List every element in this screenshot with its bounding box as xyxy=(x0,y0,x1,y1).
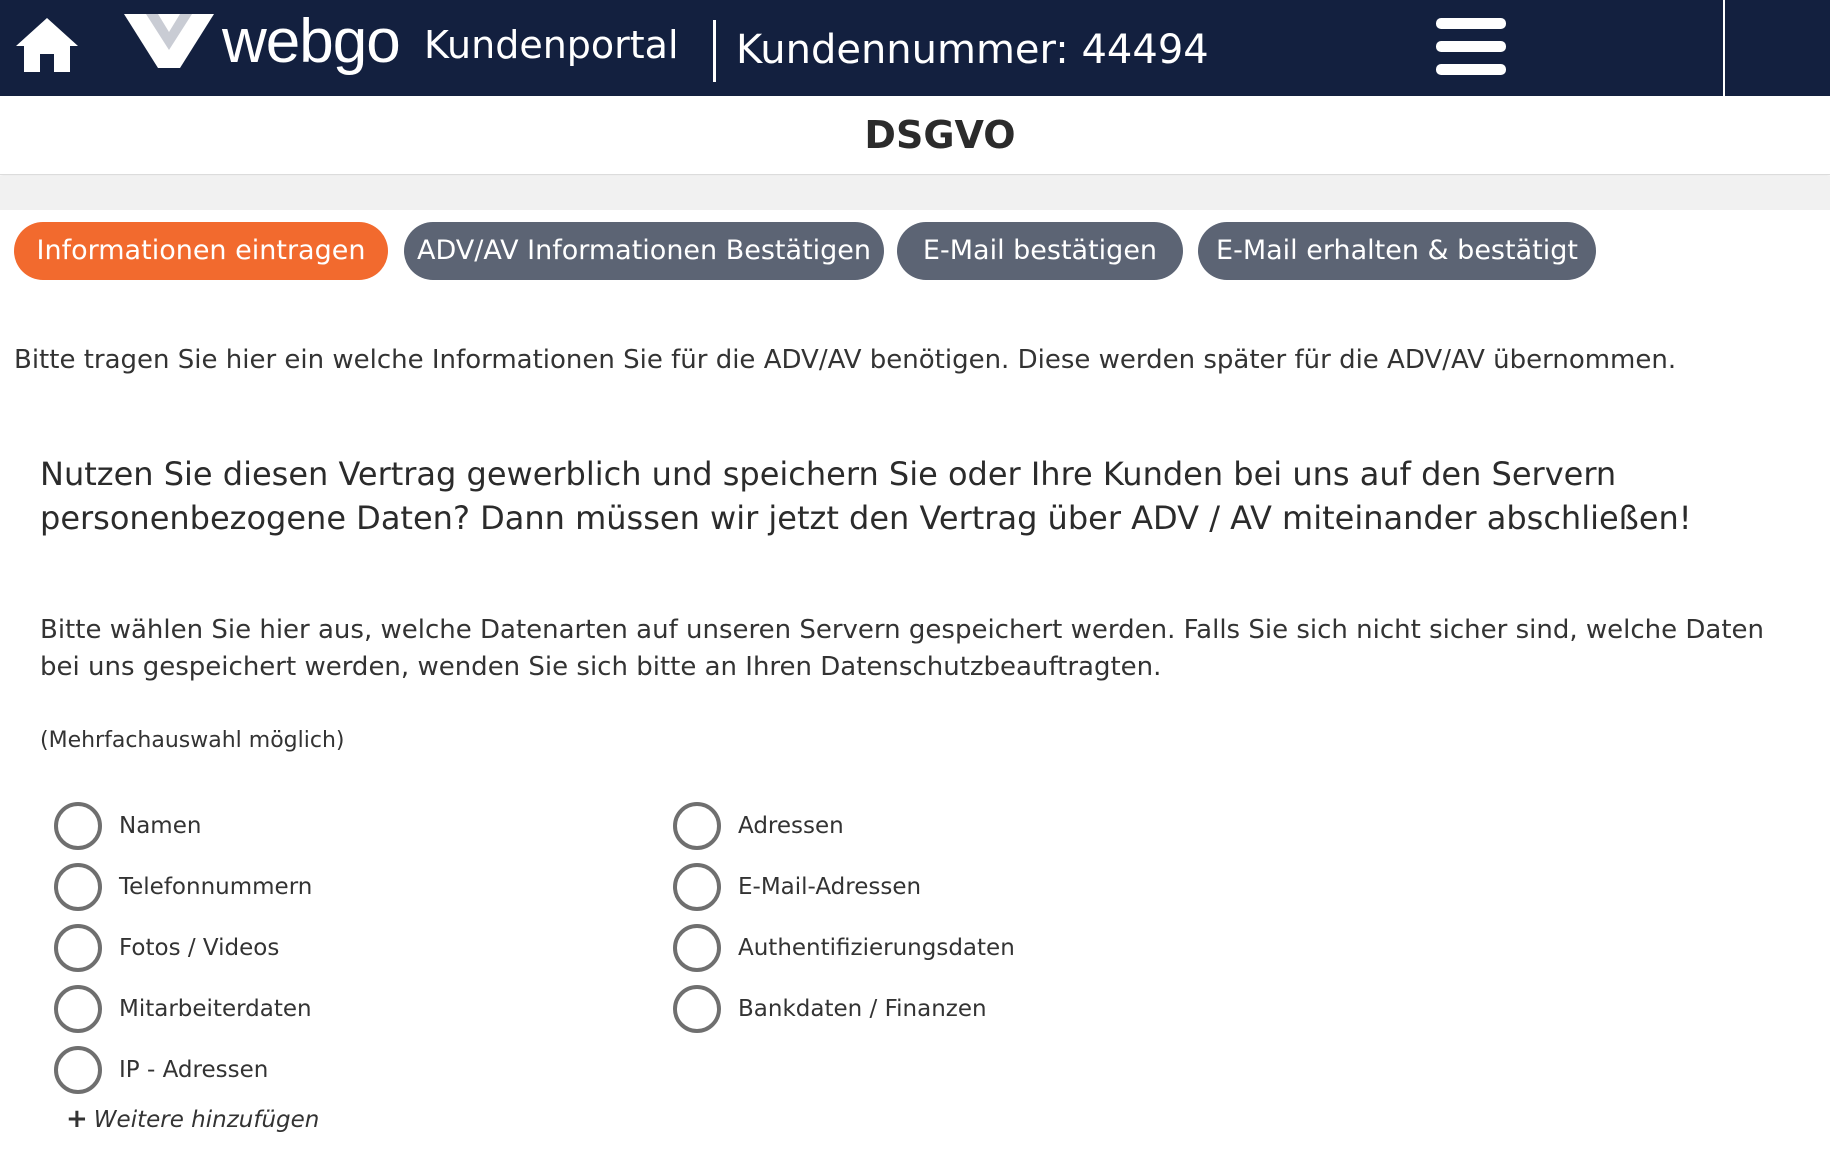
option-label: Fotos / Videos xyxy=(119,935,280,961)
add-more-label: Weitere hinzufügen xyxy=(93,1107,320,1133)
option-label: Namen xyxy=(119,813,202,839)
radio-circle[interactable] xyxy=(54,1046,102,1094)
home-icon[interactable] xyxy=(14,14,80,76)
radio-circle[interactable] xyxy=(54,802,102,850)
customer-number: Kundennummer: 44494 xyxy=(736,27,1209,73)
radio-circle[interactable] xyxy=(673,863,721,911)
step-tab-email-erhalten[interactable]: E-Mail erhalten & bestätigt xyxy=(1198,222,1596,280)
top-navigation-bar: webgo Kundenportal Kundennummer: 44494 xyxy=(0,0,1830,96)
contract-headline: Nutzen Sie diesen Vertrag gewerblich und… xyxy=(40,455,1692,537)
brand-name: webgo xyxy=(222,7,401,76)
radio-circle[interactable] xyxy=(54,924,102,972)
page-title-bar: DSGVO xyxy=(0,96,1830,175)
option-label: E-Mail-Adressen xyxy=(738,874,922,900)
option-label: IP - Adressen xyxy=(119,1057,269,1083)
header-right-divider xyxy=(1723,0,1725,96)
radio-circle[interactable] xyxy=(54,985,102,1033)
hamburger-menu-icon[interactable] xyxy=(1436,16,1506,78)
option-label: Mitarbeiterdaten xyxy=(119,996,312,1022)
step-tab-informationen-eintragen[interactable]: Informationen eintragen xyxy=(14,222,388,280)
plus-icon: + xyxy=(66,1104,88,1134)
webgo-logo-icon xyxy=(124,14,214,68)
option-label: Adressen xyxy=(738,813,844,839)
instruction-text: Bitte wählen Sie hier aus, welche Datena… xyxy=(40,615,1764,682)
radio-circle[interactable] xyxy=(673,802,721,850)
add-more-link[interactable]: + Weitere hinzufügen xyxy=(66,1102,319,1136)
radio-circle[interactable] xyxy=(673,924,721,972)
portal-name: Kundenportal xyxy=(424,23,679,67)
option-label: Authentifizierungsdaten xyxy=(738,935,1015,961)
radio-circle[interactable] xyxy=(54,863,102,911)
section-separator xyxy=(0,176,1830,210)
header-divider xyxy=(713,20,716,82)
intro-text: Bitte tragen Sie hier ein welche Informa… xyxy=(14,345,1677,375)
multi-select-note: (Mehrfachauswahl möglich) xyxy=(40,728,345,753)
step-tab-adv-bestaetigen[interactable]: ADV/AV Informationen Bestätigen xyxy=(404,222,884,280)
option-label: Bankdaten / Finanzen xyxy=(738,996,987,1022)
radio-circle[interactable] xyxy=(673,985,721,1033)
option-label: Telefonnummern xyxy=(119,874,313,900)
page-title: DSGVO xyxy=(864,113,1016,157)
step-tab-email-bestaetigen[interactable]: E-Mail bestätigen xyxy=(897,222,1183,280)
